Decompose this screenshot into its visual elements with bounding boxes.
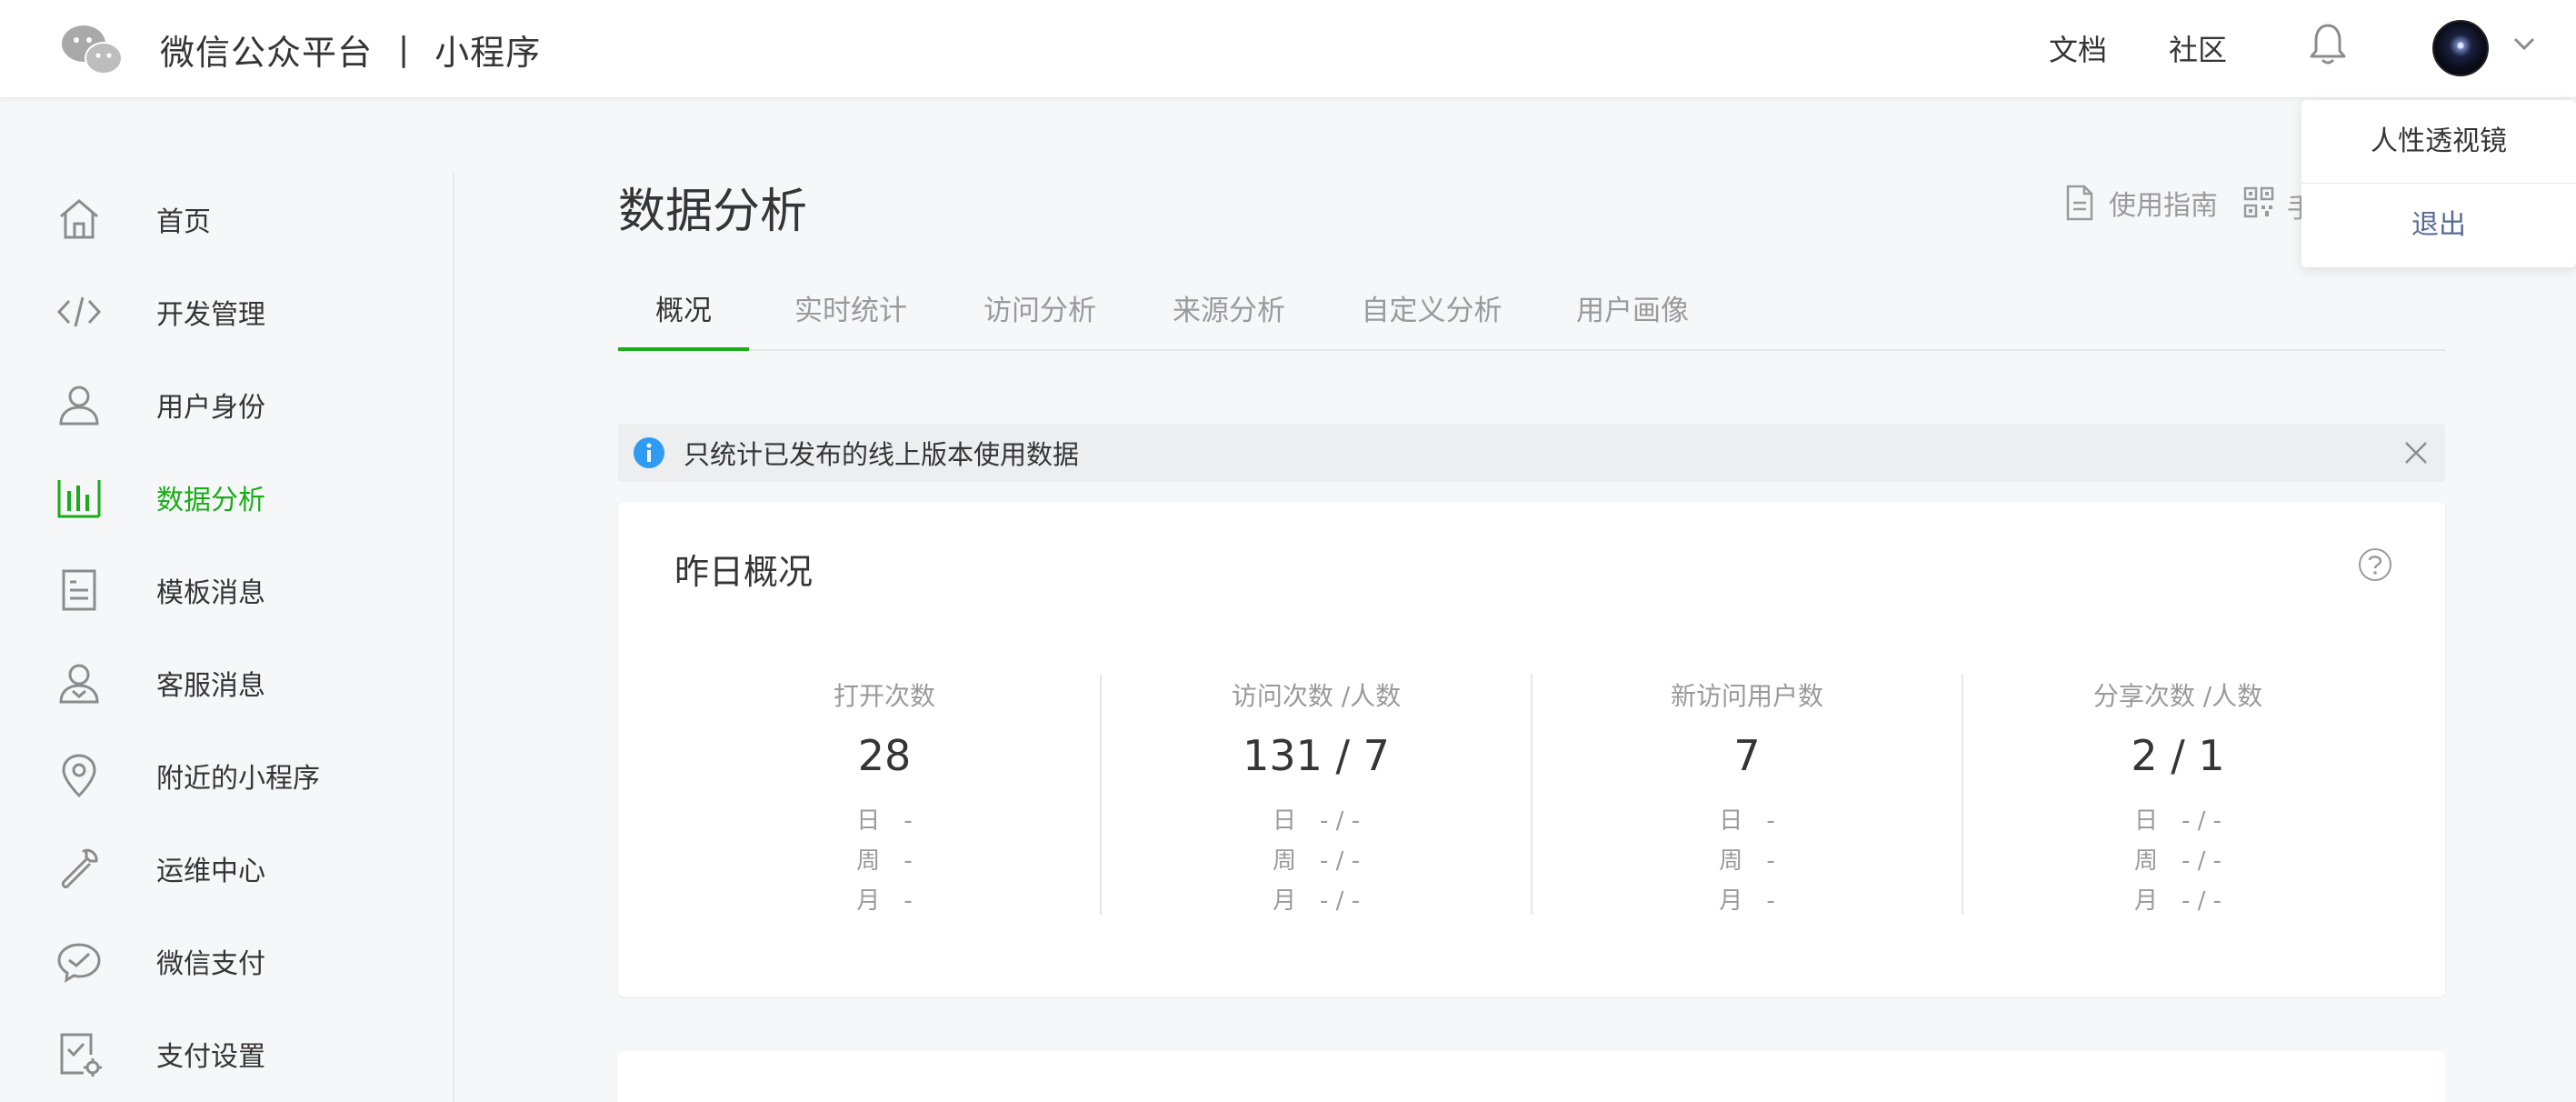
sidebar-item-label: 微信支付 (156, 948, 265, 980)
chevron-down-icon[interactable] (2512, 35, 2536, 53)
top-bar: 微信公众平台 | 小程序 文档 社区 (0, 0, 2576, 98)
sidebar-item-ops-center[interactable]: 运维中心 (0, 822, 453, 915)
stat-month-row: 月- (856, 887, 913, 915)
sidebar-item-label: 模板消息 (156, 577, 265, 609)
stat-label: 分享次数 /人数 (2092, 681, 2263, 711)
sidebar: 首页 开发管理 用户身份 数据分析 模板消息 客服消息 附近的小程序 运维中心 … (0, 173, 454, 1102)
stat-label: 新访问用户数 (1670, 681, 1823, 711)
sidebar-item-label: 首页 (156, 206, 211, 238)
stat-value: 2 / 1 (2131, 731, 2225, 780)
wrench-icon (61, 848, 98, 888)
customer-service-icon (59, 664, 99, 704)
stat-week-row: 周- (856, 847, 913, 875)
stat-shares-users: 分享次数 /人数 2 / 1 日- / - 周- / - 月- / - (1962, 675, 2392, 915)
stat-month-row: 月- (1719, 887, 1775, 915)
info-notice: 只统计已发布的线上版本使用数据 (618, 424, 2445, 482)
bell-icon[interactable] (2309, 22, 2347, 67)
wechat-logo-icon (62, 25, 123, 75)
sidebar-item-label: 开发管理 (156, 299, 265, 331)
info-icon (634, 437, 664, 468)
sidebar-item-label: 支付设置 (156, 1041, 265, 1073)
sidebar-item-payment-settings[interactable]: 支付设置 (0, 1007, 453, 1100)
sidebar-item-label: 客服消息 (156, 670, 265, 702)
stat-month-row: 月- / - (1272, 887, 1361, 915)
tab-visit-analysis[interactable]: 访问分析 (974, 282, 1105, 351)
stat-day-row: 日- / - (2133, 807, 2222, 835)
tab-realtime[interactable]: 实时统计 (785, 282, 916, 351)
brand[interactable]: 微信公众平台 | 小程序 (60, 15, 541, 84)
account-name[interactable]: 人性透视镜 (2301, 100, 2576, 184)
brand-separator: | (398, 30, 410, 68)
sidebar-item-home[interactable]: 首页 (0, 173, 453, 265)
account-dropdown: 人性透视镜 退出 (2301, 100, 2576, 267)
docs-link[interactable]: 文档 (2049, 27, 2107, 69)
brand-name: 微信公众平台 (160, 32, 374, 73)
sidebar-item-user-identity[interactable]: 用户身份 (0, 358, 453, 451)
close-icon[interactable] (2403, 440, 2429, 466)
card-title: 昨日概况 (674, 552, 814, 592)
next-card (618, 1051, 2445, 1102)
location-icon (62, 754, 96, 798)
stat-day-row: 日- (1719, 807, 1775, 835)
yesterday-overview-card: 昨日概况 打开次数 28 日- 周- 月- 访问次数 /人数 131 / 7 日… (618, 502, 2445, 997)
brand-product: 小程序 (434, 32, 542, 73)
sidebar-item-customer-service[interactable]: 客服消息 (0, 636, 453, 729)
document-icon (2066, 185, 2093, 221)
sidebar-item-wechat-pay[interactable]: 微信支付 (0, 915, 453, 1007)
help-icon[interactable] (2358, 547, 2392, 582)
tab-overview[interactable]: 概况 (618, 282, 749, 351)
sidebar-item-label: 数据分析 (156, 485, 265, 516)
stat-label: 打开次数 (833, 681, 935, 711)
stat-value: 28 (857, 731, 912, 780)
stat-day-row: 日- / - (1272, 807, 1361, 835)
stat-day-row: 日- (856, 807, 913, 835)
avatar[interactable] (2432, 20, 2489, 76)
sidebar-item-dev-management[interactable]: 开发管理 (0, 265, 453, 358)
notice-text: 只统计已发布的线上版本使用数据 (684, 439, 1080, 470)
truncated-toolbar-item[interactable]: 手 (2287, 185, 2301, 225)
template-icon (62, 569, 96, 611)
sidebar-item-data-analysis[interactable]: 数据分析 (0, 451, 453, 544)
stat-month-row: 月- / - (2133, 887, 2222, 915)
qrcode-icon[interactable] (2243, 185, 2274, 220)
stat-week-row: 周- / - (2133, 847, 2222, 875)
stat-new-users: 新访问用户数 7 日- 周- 月- (1531, 675, 1962, 915)
code-icon (56, 296, 102, 327)
sidebar-item-nearby-mini-programs[interactable]: 附近的小程序 (0, 729, 453, 822)
community-link[interactable]: 社区 (2169, 27, 2227, 69)
tab-user-portrait[interactable]: 用户画像 (1567, 282, 1698, 351)
stat-week-row: 周- (1719, 847, 1775, 875)
stat-value: 7 (1733, 731, 1761, 780)
chart-icon (57, 480, 101, 518)
stat-value: 131 / 7 (1243, 731, 1390, 780)
payment-settings-icon (60, 1033, 102, 1077)
sidebar-item-label: 附近的小程序 (156, 763, 320, 795)
user-icon (59, 386, 99, 426)
tab-source-analysis[interactable]: 来源分析 (1163, 282, 1294, 351)
sidebar-item-label: 用户身份 (156, 392, 265, 424)
usage-guide-link[interactable]: 使用指南 (2065, 182, 2218, 224)
stat-open-count: 打开次数 28 日- 周- 月- (669, 675, 1100, 915)
stat-week-row: 周- / - (1272, 847, 1361, 875)
page-title: 数据分析 (618, 185, 808, 239)
wechat-pay-icon (57, 943, 101, 983)
sidebar-item-template-messages[interactable]: 模板消息 (0, 544, 453, 636)
home-icon (60, 199, 98, 239)
tab-custom-analysis[interactable]: 自定义分析 (1353, 282, 1511, 351)
stat-label: 访问次数 /人数 (1231, 681, 1402, 711)
stat-visits-users: 访问次数 /人数 131 / 7 日- / - 周- / - 月- / - (1100, 675, 1531, 915)
usage-guide-label: 使用指南 (2109, 190, 2218, 222)
logout-button[interactable]: 退出 (2301, 184, 2576, 267)
analysis-tabs: 概况 实时统计 访问分析 来源分析 自定义分析 用户画像 (618, 282, 2445, 351)
sidebar-item-label: 运维中心 (156, 856, 265, 887)
